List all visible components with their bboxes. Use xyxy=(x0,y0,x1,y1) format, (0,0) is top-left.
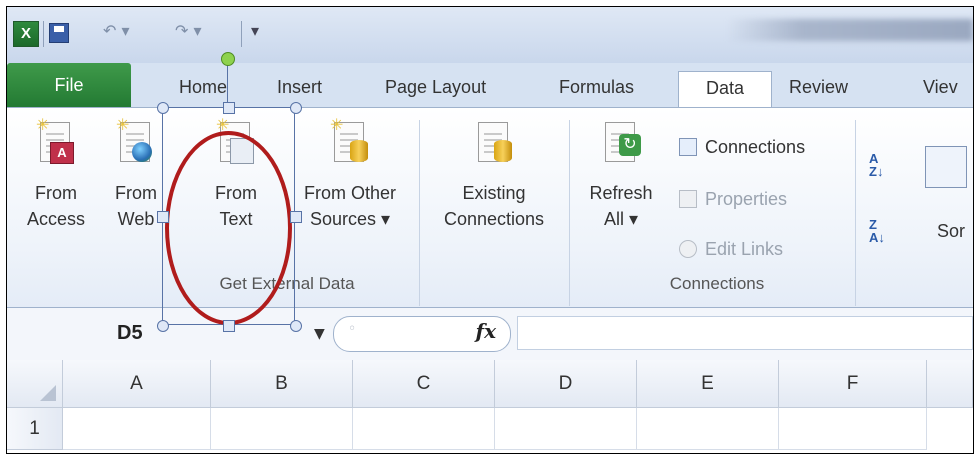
name-box-dropdown-icon[interactable]: ▼ xyxy=(314,326,325,342)
data-ribbon: ✳ A From Access ✳ From Web ✳ From Text ✳ … xyxy=(7,107,973,308)
properties-button: Properties xyxy=(679,186,787,212)
ribbon-separator xyxy=(855,120,856,306)
toolbar-separator xyxy=(43,21,44,47)
group-label-connections: Connections xyxy=(669,274,765,293)
select-all-corner[interactable] xyxy=(7,360,63,408)
resize-handle[interactable] xyxy=(290,102,302,114)
ribbon-separator xyxy=(419,120,420,306)
resize-handle[interactable] xyxy=(223,320,235,332)
tab-home[interactable]: Home xyxy=(179,71,227,105)
tab-page-layout[interactable]: Page Layout xyxy=(385,71,486,105)
sort-ascending-icon[interactable]: A Z↓ xyxy=(869,152,883,178)
button-label: Connections xyxy=(705,137,806,157)
existing-connections-button[interactable]: Existing Connections xyxy=(431,118,557,232)
cell-a1[interactable] xyxy=(63,408,211,450)
tab-insert[interactable]: Insert xyxy=(277,71,322,105)
resize-handle[interactable] xyxy=(157,102,169,114)
button-label: Sources ▾ xyxy=(309,209,391,229)
resize-handle[interactable] xyxy=(157,211,169,223)
button-label: Access xyxy=(26,209,86,229)
name-box[interactable]: D5 xyxy=(117,322,143,345)
button-label: From Other xyxy=(303,183,396,203)
row-header-1[interactable]: 1 xyxy=(7,408,63,450)
ribbon-separator xyxy=(569,120,570,306)
button-label: Connections xyxy=(443,209,545,229)
column-header-a[interactable]: A xyxy=(63,360,211,408)
redo-icon[interactable]: ↷ ▾ xyxy=(175,21,202,40)
highlight-oval[interactable] xyxy=(165,131,292,325)
cancel-icon[interactable]: ◦ xyxy=(348,321,356,337)
cell-b1[interactable] xyxy=(211,408,353,450)
resize-handle[interactable] xyxy=(290,320,302,332)
formula-bar: D5 ▼ ◦ fx xyxy=(7,307,973,361)
cell-c1[interactable] xyxy=(353,408,495,450)
edit-links-button: Edit Links xyxy=(679,236,783,262)
tab-review[interactable]: Review xyxy=(789,71,848,105)
connections-button[interactable]: Connections xyxy=(679,134,805,160)
tab-data[interactable]: Data xyxy=(678,71,772,107)
formula-buttons: ◦ fx xyxy=(333,316,511,352)
button-label: Edit Links xyxy=(705,239,784,259)
rotation-line xyxy=(227,64,228,107)
cell-e1[interactable] xyxy=(637,408,779,450)
button-label: From xyxy=(115,183,157,203)
undo-icon[interactable]: ↶ ▾ xyxy=(103,21,130,40)
button-label: Sor xyxy=(936,221,965,241)
connections-icon xyxy=(679,138,697,156)
refresh-icon: ↻ xyxy=(601,118,641,166)
column-header-partial xyxy=(927,360,973,408)
sort-button[interactable]: Sor xyxy=(929,218,973,244)
button-label: Existing xyxy=(462,183,526,203)
column-header-e[interactable]: E xyxy=(637,360,779,408)
tab-file[interactable]: File xyxy=(7,63,131,107)
button-label: Properties xyxy=(705,189,788,209)
from-access-button[interactable]: ✳ A From Access xyxy=(21,118,91,232)
button-label: All ▾ xyxy=(603,209,639,229)
button-label: From xyxy=(35,183,77,203)
cell-d1[interactable] xyxy=(495,408,637,450)
from-other-sources-button[interactable]: ✳ From Other Sources ▾ xyxy=(293,118,407,232)
web-globe-icon: ✳ xyxy=(116,118,156,166)
tab-formulas[interactable]: Formulas xyxy=(559,71,634,105)
insert-function-icon[interactable]: fx xyxy=(475,319,496,343)
worksheet-grid: A B C D E F 1 xyxy=(7,360,973,453)
button-label: Web xyxy=(117,209,155,229)
sort-descending-icon[interactable]: Z A↓ xyxy=(869,218,885,244)
refresh-all-button[interactable]: ↻ Refresh All ▾ xyxy=(579,118,663,232)
customize-toolbar-icon[interactable]: ▾ xyxy=(251,21,259,40)
connections-document-icon xyxy=(474,118,514,166)
properties-icon xyxy=(679,190,697,208)
toolbar-separator xyxy=(241,21,242,47)
from-web-button[interactable]: ✳ From Web xyxy=(111,118,161,232)
link-icon xyxy=(679,240,697,258)
sort-dialog-icon xyxy=(925,146,967,188)
database-cylinder-icon: ✳ xyxy=(330,118,370,166)
button-label: Refresh xyxy=(589,183,653,203)
window-title-blurred xyxy=(727,19,973,41)
resize-handle[interactable] xyxy=(157,320,169,332)
column-header-d[interactable]: D xyxy=(495,360,637,408)
column-header-c[interactable]: C xyxy=(353,360,495,408)
tab-view[interactable]: Viev xyxy=(923,71,958,105)
column-header-f[interactable]: F xyxy=(779,360,927,408)
ribbon-tab-bar: File Home Insert Page Layout Formulas Da… xyxy=(7,63,973,107)
quick-access-toolbar: X ↶ ▾ ↷ ▾ ▾ xyxy=(7,7,973,63)
excel-logo-icon: X xyxy=(13,21,39,47)
rotation-handle[interactable] xyxy=(221,52,235,66)
excel-window: X ↶ ▾ ↷ ▾ ▾ File Home Insert Page Layout… xyxy=(6,6,974,454)
access-database-icon: ✳ A xyxy=(36,118,76,166)
cell-f1[interactable] xyxy=(779,408,927,450)
column-header-b[interactable]: B xyxy=(211,360,353,408)
save-icon[interactable] xyxy=(49,23,69,43)
resize-handle[interactable] xyxy=(290,211,302,223)
formula-input[interactable] xyxy=(517,316,973,350)
resize-handle[interactable] xyxy=(223,102,235,114)
